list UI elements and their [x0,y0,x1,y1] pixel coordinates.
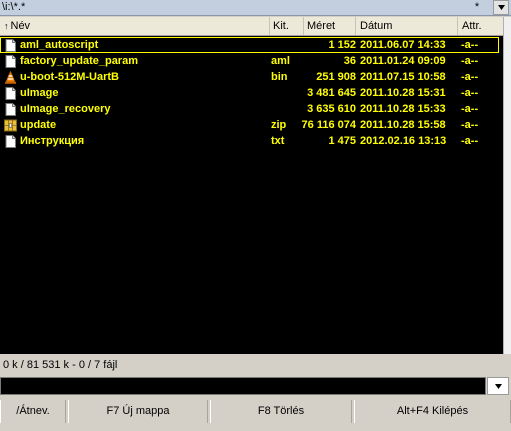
filter-button[interactable]: * [462,0,492,15]
file-icon [5,39,16,52]
file-row[interactable]: uImage_recovery 3 635 610 2011.10.28 15:… [0,101,503,117]
file-icon [5,87,16,100]
status-bar: 0 k / 81 531 k - 0 / 7 fájl [3,359,118,371]
file-ext: aml [271,55,290,67]
file-size: 251 908 [316,71,356,83]
file-size: 76 116 074 [301,119,356,131]
file-icon [5,135,16,148]
exit-button[interactable]: Alt+F4 Kilépés [354,400,511,423]
column-attr[interactable]: Attr. [458,17,503,35]
file-row[interactable]: update zip 76 116 074 2011.10.28 15:58 -… [0,117,503,133]
file-attr: -a-- [461,87,479,99]
file-ext: bin [271,71,288,83]
path-bar: \i:\*.* * [0,0,511,16]
file-size: 1 475 [328,135,356,147]
vertical-scrollbar[interactable] [503,17,511,354]
function-key-bar: /Átnev. F7 Új mappa F8 Törlés Alt+F4 Kil… [0,400,511,423]
column-date[interactable]: Dátum [356,17,458,35]
file-list-header: ↑ Név Kit. Méret Dátum Attr. [0,17,503,36]
file-size: 1 152 [328,39,356,51]
file-attr: -a-- [461,55,479,67]
file-date: 2011.10.28 15:33 [360,103,446,115]
file-name: u-boot-512M-UartB [20,71,119,83]
column-name[interactable]: ↑ Név [0,17,270,35]
archive-icon [4,119,17,132]
delete-button[interactable]: F8 Törlés [210,400,352,423]
file-attr: -a-- [461,103,479,115]
file-date: 2012.02.16 13:13 [360,135,447,147]
file-attr: -a-- [461,135,479,147]
vlc-cone-icon [5,71,16,84]
triangle-down-icon [497,5,505,10]
sort-up-arrow-icon: ↑ [4,21,9,31]
file-date: 2011.10.28 15:58 [360,119,446,131]
file-icon [5,103,16,116]
file-date: 2011.06.07 14:33 [360,39,446,51]
file-attr: -a-- [461,39,479,51]
column-name-label: Név [10,20,31,32]
file-attr: -a-- [461,71,479,83]
rename-button[interactable]: /Átnev. [0,400,66,423]
file-size: 36 [343,55,356,67]
file-row[interactable]: Инструкция txt 1 475 2012.02.16 13:13 -a… [0,133,503,149]
column-ext[interactable]: Kit. [270,17,304,35]
file-ext: zip [271,119,287,131]
file-ext: txt [271,135,285,147]
file-row[interactable]: u-boot-512M-UartB bin 251 908 2011.07.15… [0,69,503,85]
command-history-dropdown[interactable] [487,377,509,395]
file-size: 3 481 645 [307,87,356,99]
current-path: \i:\*.* [2,1,26,13]
file-date: 2011.07.15 10:58 [360,71,446,83]
file-name: uImage [20,87,59,99]
file-name: update [20,119,57,131]
file-name: Инструкция [20,135,85,147]
column-size[interactable]: Méret [304,17,356,35]
file-icon [5,55,16,68]
triangle-down-icon [494,384,502,389]
file-date: 2011.01.24 09:09 [360,55,446,67]
file-name: factory_update_param [20,55,138,67]
file-row[interactable]: factory_update_param aml 36 2011.01.24 0… [0,53,503,69]
file-row[interactable]: uImage 3 481 645 2011.10.28 15:31 -a-- [0,85,503,101]
path-dropdown-button[interactable] [493,0,509,15]
file-name: uImage_recovery [20,103,111,115]
file-row[interactable]: aml_autoscript 1 152 2011.06.07 14:33 -a… [0,37,503,53]
file-date: 2011.10.28 15:31 [360,87,446,99]
file-list-panel[interactable]: aml_autoscript 1 152 2011.06.07 14:33 -a… [0,36,503,354]
file-name: aml_autoscript [20,39,99,51]
new-folder-button[interactable]: F7 Új mappa [68,400,208,423]
file-attr: -a-- [461,119,479,131]
file-size: 3 635 610 [307,103,356,115]
command-line-input[interactable] [0,377,486,395]
